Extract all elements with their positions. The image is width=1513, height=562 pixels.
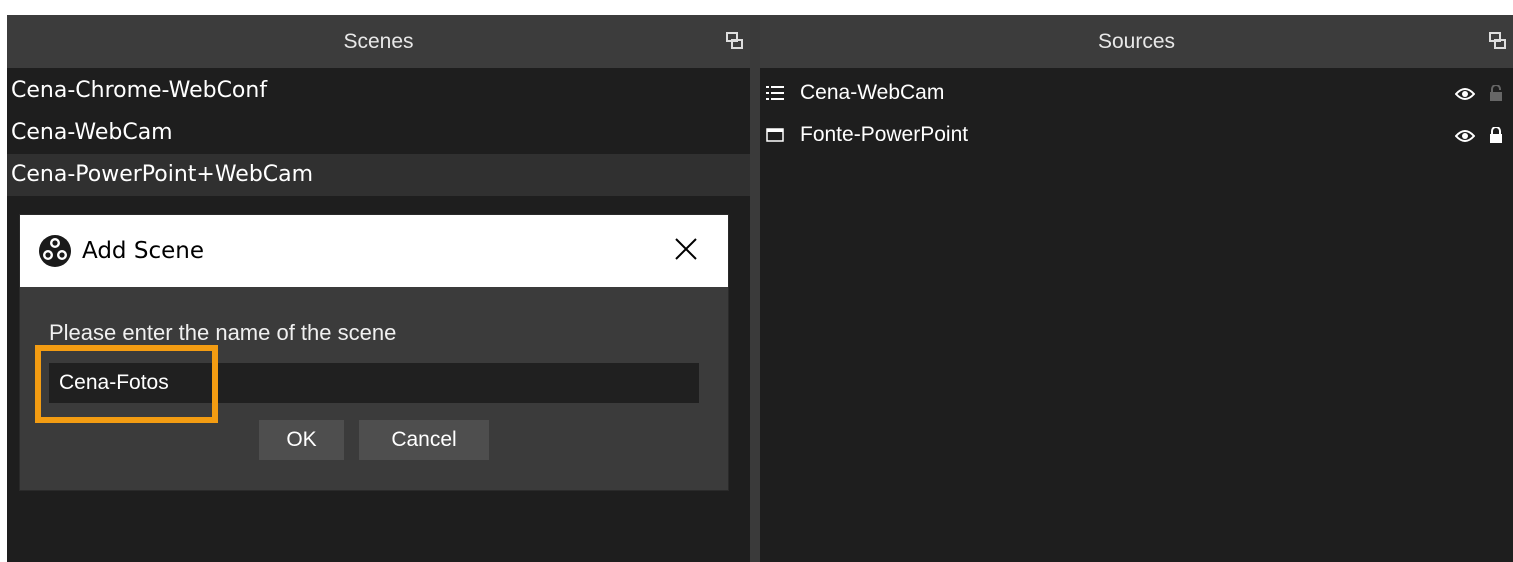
source-item[interactable]: Fonte-PowerPoint [760, 115, 1513, 155]
unlock-icon[interactable] [1489, 83, 1503, 107]
undock-icon[interactable] [1489, 32, 1507, 50]
undock-icon[interactable] [726, 32, 744, 50]
source-label: Fonte-PowerPoint [800, 123, 969, 146]
text-caret [212, 370, 213, 396]
scene-name-input[interactable] [49, 363, 699, 403]
cancel-button[interactable]: Cancel [359, 420, 489, 460]
scene-item[interactable]: Cena-Chrome-WebConf [7, 70, 750, 112]
close-icon[interactable] [674, 237, 698, 261]
lock-icon[interactable] [1489, 125, 1503, 149]
scenes-title: Scenes [343, 29, 414, 53]
eye-icon[interactable] [1454, 125, 1476, 149]
source-item[interactable]: Cena-WebCam [760, 73, 1513, 113]
ok-button[interactable]: OK [259, 420, 344, 460]
scenes-header: Scenes [7, 15, 750, 68]
window-capture-icon [764, 125, 786, 145]
scene-list-icon [764, 83, 786, 103]
sources-header: Sources [760, 15, 1513, 68]
scene-item-selected[interactable]: Cena-PowerPoint+WebCam [7, 154, 750, 196]
dialog-title: Add Scene [82, 238, 204, 264]
obs-logo-icon [38, 234, 72, 268]
dialog-prompt: Please enter the name of the scene [49, 320, 397, 345]
dock-divider[interactable] [750, 15, 760, 562]
sources-panel: Sources Cena-WebCam Fonte-PowerPoint [760, 15, 1513, 562]
sources-title: Sources [1097, 29, 1176, 53]
source-label: Cena-WebCam [800, 81, 945, 104]
scene-item[interactable]: Cena-WebCam [7, 112, 750, 154]
dialog-titlebar[interactable]: Add Scene [20, 215, 728, 287]
eye-icon[interactable] [1454, 83, 1476, 107]
add-scene-dialog: Add Scene Please enter the name of the s… [20, 215, 728, 490]
